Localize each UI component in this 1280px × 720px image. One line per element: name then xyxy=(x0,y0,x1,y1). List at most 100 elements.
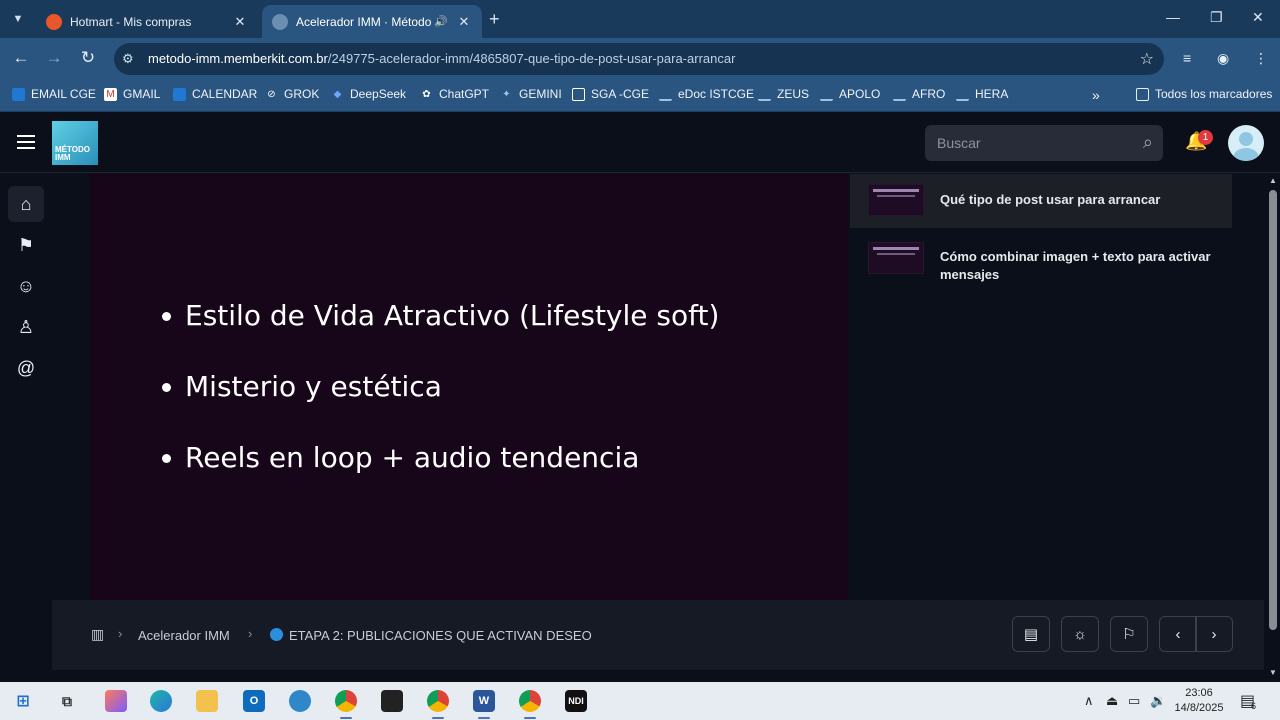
new-tab-plus-icon[interactable]: + xyxy=(489,9,500,30)
home-icon[interactable]: ⌂ xyxy=(8,186,44,222)
edge-icon[interactable] xyxy=(150,690,172,712)
chrome-profile-icon[interactable] xyxy=(427,690,449,719)
site-info-icon[interactable]: ⚙ xyxy=(122,51,134,67)
breadcrumb-course[interactable]: Acelerador IMM xyxy=(138,628,230,643)
minimize-icon[interactable]: — xyxy=(1166,9,1180,25)
user-icon[interactable]: ♙ xyxy=(8,309,44,345)
tab-title: Acelerador IMM · Método I xyxy=(296,14,435,29)
globe-favicon-icon xyxy=(272,13,288,30)
bookmark-calendar[interactable]: CALENDAR xyxy=(173,87,257,101)
site-logo[interactable]: MÉTODO IMM xyxy=(52,121,98,165)
windows-taskbar: ⊞ ⧉ O W NDI ∧ ⏏ ▭ 🔉 23:06 14/8/2025 ▤ 6 xyxy=(0,682,1280,720)
bookmark-chatgpt[interactable]: ✿ ChatGPT xyxy=(420,87,489,101)
usb-icon[interactable]: ⏏ xyxy=(1106,693,1118,709)
bookmark-grok[interactable]: ⊘ GROK xyxy=(265,87,319,101)
extension-icon[interactable]: ◉ xyxy=(1217,50,1229,67)
flag-icon[interactable]: ⚑ xyxy=(8,227,44,263)
calendar-icon xyxy=(173,87,186,101)
bookmarks-overflow-icon[interactable]: » xyxy=(1092,87,1100,103)
volume-icon[interactable]: 🔉 xyxy=(1150,693,1166,709)
bookmark-deepseek[interactable]: ◆ DeepSeek xyxy=(331,87,406,101)
clock-time: 23:06 xyxy=(1185,687,1213,699)
tray-overflow-icon[interactable]: ∧ xyxy=(1084,693,1094,709)
at-icon[interactable]: @ xyxy=(8,350,44,386)
sticky-notes-icon[interactable] xyxy=(381,690,403,712)
bookmark-sga-cge[interactable]: SGA -CGE xyxy=(572,87,649,101)
url-host: metodo-imm.memberkit.com.br xyxy=(148,51,328,66)
forward-arrow-icon[interactable]: → xyxy=(43,48,65,68)
search-input[interactable] xyxy=(925,125,1125,161)
previous-lesson-button[interactable]: ‹ xyxy=(1159,616,1197,652)
url-text[interactable]: metodo-imm.memberkit.com.br/249775-acele… xyxy=(148,51,735,66)
bullet-dot xyxy=(162,383,171,392)
bookmark-gmail[interactable]: M GMAIL xyxy=(104,87,160,101)
folder-line-icon xyxy=(820,88,833,101)
folder-line-icon xyxy=(758,88,771,101)
chrome-icon[interactable] xyxy=(335,690,357,719)
system-clock[interactable]: 23:06 14/8/2025 xyxy=(1172,686,1226,716)
task-view-icon[interactable]: ⧉ xyxy=(56,690,78,712)
bookmark-gemini[interactable]: ✦ GEMINI xyxy=(500,87,561,101)
browser-toolbar: ← → ↻ ⚙ metodo-imm.memberkit.com.br/2497… xyxy=(0,38,1280,80)
outlook-icon[interactable]: O xyxy=(243,690,265,712)
media-control-icon[interactable]: ≡ xyxy=(1183,50,1191,66)
sga-icon xyxy=(572,87,585,101)
lesson-thumbnail xyxy=(868,242,924,274)
book-icon[interactable]: ▥ xyxy=(91,626,104,643)
smiley-icon[interactable]: ☺ xyxy=(8,268,44,304)
hamburger-menu-icon[interactable] xyxy=(17,135,35,149)
avatar[interactable] xyxy=(1228,125,1264,161)
tab-acelerador[interactable]: Acelerador IMM · Método I 🔊 ✕ xyxy=(262,5,482,38)
bookmark-star-icon[interactable]: ☆ xyxy=(1140,49,1154,69)
url-path: /249775-acelerador-imm/4865807-que-tipo-… xyxy=(327,51,736,66)
light-mode-button[interactable]: ☼ xyxy=(1061,616,1099,652)
chrome-active-icon[interactable] xyxy=(519,690,541,719)
layout-toggle-button[interactable]: ▤ xyxy=(1012,616,1050,652)
app-swirl-icon[interactable] xyxy=(289,690,311,712)
page-scrollbar[interactable]: ▲ ▼ xyxy=(1266,174,1280,682)
back-arrow-icon[interactable]: ← xyxy=(10,48,32,68)
slide-bullet: Reels en loop + audio tendencia xyxy=(160,438,719,509)
menu-kebab-icon[interactable]: ⋮ xyxy=(1254,50,1268,67)
scroll-down-icon[interactable]: ▼ xyxy=(1269,668,1277,677)
word-icon[interactable]: W xyxy=(473,690,495,719)
gemini-icon: ✦ xyxy=(502,88,511,100)
bookmark-email-cge[interactable]: EMAIL CGE xyxy=(12,87,96,101)
windows-start-icon[interactable]: ⊞ xyxy=(12,690,34,712)
reload-icon[interactable]: ↻ xyxy=(77,48,99,68)
next-lesson-button[interactable]: › xyxy=(1195,616,1233,652)
scroll-up-icon[interactable]: ▲ xyxy=(1269,176,1277,185)
tab-hotmart[interactable]: Hotmart - Mis compras ✕ xyxy=(36,5,258,38)
search-icon[interactable]: ⌕ xyxy=(1143,132,1153,153)
scrollbar-thumb[interactable] xyxy=(1269,190,1277,630)
network-icon[interactable]: ▭ xyxy=(1128,693,1140,709)
video-player[interactable]: Estilo de Vida Atractivo (Lifestyle soft… xyxy=(90,174,848,600)
bookmark-hera[interactable]: HERA xyxy=(956,87,1008,101)
speaker-icon[interactable]: 🔊 xyxy=(434,15,448,28)
folder-line-icon xyxy=(956,88,969,101)
slide-bullet: Misterio y estética xyxy=(160,367,719,438)
tab-search-chevron-icon[interactable]: ▼ xyxy=(6,7,30,31)
lesson-item[interactable]: Cómo combinar imagen + texto para activa… xyxy=(850,232,1232,292)
close-icon[interactable]: ✕ xyxy=(232,14,248,30)
logo-text: MÉTODO IMM xyxy=(55,145,90,162)
restore-icon[interactable]: ❐ xyxy=(1210,9,1223,26)
close-icon[interactable]: ✕ xyxy=(456,14,472,30)
address-bar[interactable]: ⚙ metodo-imm.memberkit.com.br/249775-ace… xyxy=(114,43,1164,75)
breadcrumb-section[interactable]: ETAPA 2: PUBLICACIONES QUE ACTIVAN DESEO xyxy=(289,628,592,643)
window-close-icon[interactable]: ✕ xyxy=(1252,9,1264,26)
bookmark-apolo[interactable]: APOLO xyxy=(820,87,880,101)
file-explorer-icon[interactable] xyxy=(196,690,218,712)
bookmark-zeus[interactable]: ZEUS xyxy=(758,87,809,101)
ndi-icon[interactable]: NDI xyxy=(565,690,587,712)
bookmark-edoc[interactable]: eDoc ISTCGE xyxy=(659,87,754,101)
lesson-item-current[interactable]: Qué tipo de post usar para arrancar xyxy=(850,174,1232,228)
bookmark-afro[interactable]: AFRO xyxy=(893,87,945,101)
copilot-icon[interactable] xyxy=(105,690,127,712)
bookmark-button[interactable]: ⚐ xyxy=(1110,616,1148,652)
all-bookmarks-folder[interactable]: Todos los marcadores xyxy=(1136,87,1272,101)
layout-icon: ▤ xyxy=(1023,626,1039,643)
lesson-footer-bar: ▥ › Acelerador IMM › ETAPA 2: PUBLICACIO… xyxy=(52,600,1264,670)
side-nav: ⌂ ⚑ ☺ ♙ @ xyxy=(0,174,52,682)
grok-icon: ⊘ xyxy=(267,88,276,100)
